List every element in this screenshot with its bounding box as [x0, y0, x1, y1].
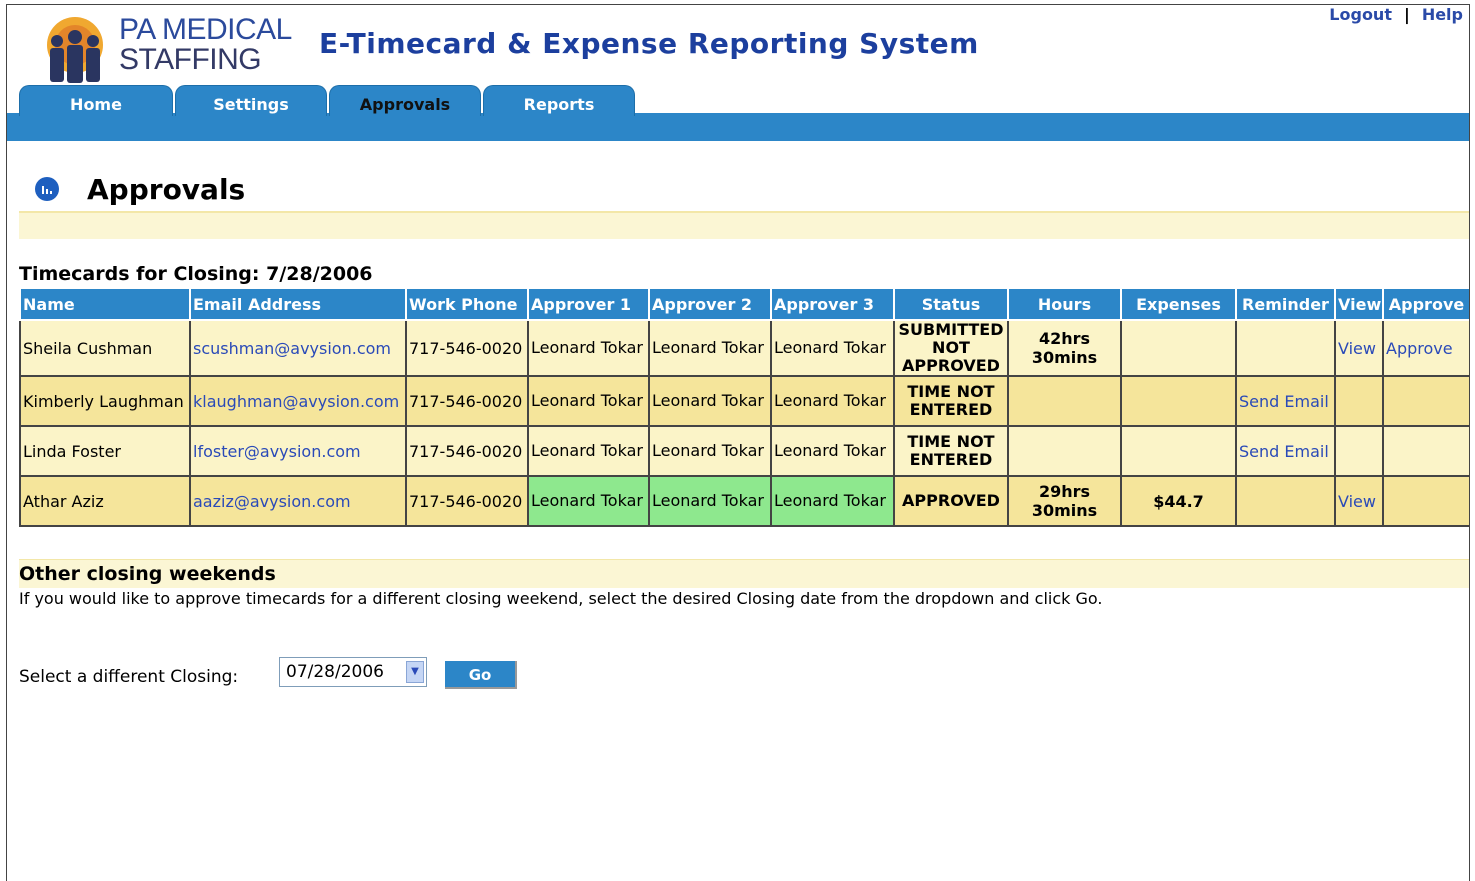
cell-status: TIME NOT ENTERED: [893, 375, 1009, 427]
column-header-approver1: Approver 1: [527, 287, 650, 321]
column-header-status: Status: [893, 287, 1009, 321]
column-header-approve: Approve: [1382, 287, 1469, 321]
column-header-hours: Hours: [1007, 287, 1122, 321]
go-button[interactable]: Go: [445, 661, 517, 689]
cell-expenses: [1120, 375, 1237, 427]
cell-expenses: [1120, 425, 1237, 477]
send-email-link[interactable]: Send Email: [1235, 425, 1336, 477]
cell-hours: 42hrs 30mins: [1007, 319, 1122, 377]
column-header-name: Name: [19, 287, 191, 321]
cell-status: APPROVED: [893, 475, 1009, 527]
tab-home[interactable]: Home: [19, 85, 173, 116]
app-window: PA MEDICAL STAFFING E-Timecard & Expense…: [6, 4, 1470, 881]
logout-link[interactable]: Logout: [1329, 5, 1392, 24]
logo-text: PA MEDICAL STAFFING: [119, 15, 292, 75]
staff-people-icon: [47, 17, 103, 83]
chevron-down-icon[interactable]: ▼: [406, 661, 424, 683]
cell-approver3: Leonard Tokar: [770, 375, 895, 427]
page-title: Approvals: [87, 173, 246, 206]
cell-name: Kimberly Laughman: [19, 375, 191, 427]
cell-approver2: Leonard Tokar: [648, 475, 772, 527]
cell-phone: 717-546-0020: [405, 319, 529, 377]
cell-approver3: Leonard Tokar: [770, 475, 895, 527]
cell-approver1: Leonard Tokar: [527, 475, 650, 527]
cell-phone: 717-546-0020: [405, 475, 529, 527]
column-header-view: View: [1334, 287, 1384, 321]
cell-expenses: [1120, 319, 1237, 377]
cell-status: TIME NOT ENTERED: [893, 425, 1009, 477]
timecards-table: Name Email Address Work Phone Approver 1…: [19, 287, 1469, 527]
closing-date-select[interactable]: 07/28/2006 ▼: [279, 657, 427, 687]
cell-approver2: Leonard Tokar: [648, 375, 772, 427]
cell-name: Sheila Cushman: [19, 319, 191, 377]
cell-expenses: $44.7: [1120, 475, 1237, 527]
send-email-link[interactable]: Send Email: [1235, 375, 1336, 427]
cell-approve: [1382, 425, 1469, 477]
view-link[interactable]: View: [1334, 475, 1384, 527]
cell-reminder: [1235, 475, 1336, 527]
table-row: Kimberly Laughman klaughman@avysion.com …: [19, 375, 1469, 427]
tab-settings[interactable]: Settings: [175, 85, 327, 116]
cell-name: Linda Foster: [19, 425, 191, 477]
cell-approve: [1382, 375, 1469, 427]
cell-email-link[interactable]: scushman@avysion.com: [189, 319, 407, 377]
column-header-approver3: Approver 3: [770, 287, 895, 321]
cell-approver3: Leonard Tokar: [770, 425, 895, 477]
cell-approve: [1382, 475, 1469, 527]
cell-approver1: Leonard Tokar: [527, 375, 650, 427]
approvals-chart-icon: [35, 177, 59, 201]
cell-approver1: Leonard Tokar: [527, 425, 650, 477]
approve-link[interactable]: Approve: [1382, 319, 1469, 377]
app-title: E-Timecard & Expense Reporting System: [319, 27, 979, 60]
pa-medical-staffing-logo: PA MEDICAL STAFFING: [35, 15, 295, 87]
other-closings-description: If you would like to approve timecards f…: [19, 589, 1103, 608]
logo-line-2: STAFFING: [119, 43, 262, 76]
view-link[interactable]: View: [1334, 319, 1384, 377]
cell-view: [1334, 425, 1384, 477]
cell-status: SUBMITTED NOT APPROVED: [893, 319, 1009, 377]
cell-hours: [1007, 375, 1122, 427]
tab-approvals[interactable]: Approvals: [329, 85, 481, 116]
nav-bar: [7, 113, 1469, 141]
tab-reports[interactable]: Reports: [483, 85, 635, 116]
cell-reminder: [1235, 319, 1336, 377]
logo-line-1: PA MEDICAL: [119, 13, 292, 46]
table-row: Sheila Cushman scushman@avysion.com 717-…: [19, 319, 1469, 377]
column-header-expenses: Expenses: [1120, 287, 1237, 321]
cell-approver2: Leonard Tokar: [648, 425, 772, 477]
cell-phone: 717-546-0020: [405, 375, 529, 427]
column-header-approver2: Approver 2: [648, 287, 772, 321]
cell-email-link[interactable]: aaziz@avysion.com: [189, 475, 407, 527]
other-closings-title: Other closing weekends: [19, 563, 276, 585]
cell-name: Athar Aziz: [19, 475, 191, 527]
cell-view: [1334, 375, 1384, 427]
cell-email-link[interactable]: klaughman@avysion.com: [189, 375, 407, 427]
help-link[interactable]: Help: [1422, 5, 1463, 24]
cell-approver1: Leonard Tokar: [527, 319, 650, 377]
cell-hours: 29hrs 30mins: [1007, 475, 1122, 527]
column-header-phone: Work Phone: [405, 287, 529, 321]
table-row: Linda Foster lfoster@avysion.com 717-546…: [19, 425, 1469, 477]
link-separator: |: [1403, 5, 1410, 24]
cell-approver3: Leonard Tokar: [770, 319, 895, 377]
closing-select-label: Select a different Closing:: [19, 667, 239, 687]
column-header-email: Email Address: [189, 287, 407, 321]
heading-band: [19, 213, 1469, 239]
timecards-section-title: Timecards for Closing: 7/28/2006: [19, 263, 373, 285]
cell-approver2: Leonard Tokar: [648, 319, 772, 377]
cell-email-link[interactable]: lfoster@avysion.com: [189, 425, 407, 477]
closing-date-value: 07/28/2006: [286, 662, 384, 682]
column-header-reminder: Reminder: [1235, 287, 1336, 321]
table-row: Athar Aziz aaziz@avysion.com 717-546-002…: [19, 475, 1469, 527]
cell-hours: [1007, 425, 1122, 477]
table-header-row: Name Email Address Work Phone Approver 1…: [19, 287, 1469, 321]
top-links: Logout | Help: [1329, 5, 1463, 24]
cell-phone: 717-546-0020: [405, 425, 529, 477]
